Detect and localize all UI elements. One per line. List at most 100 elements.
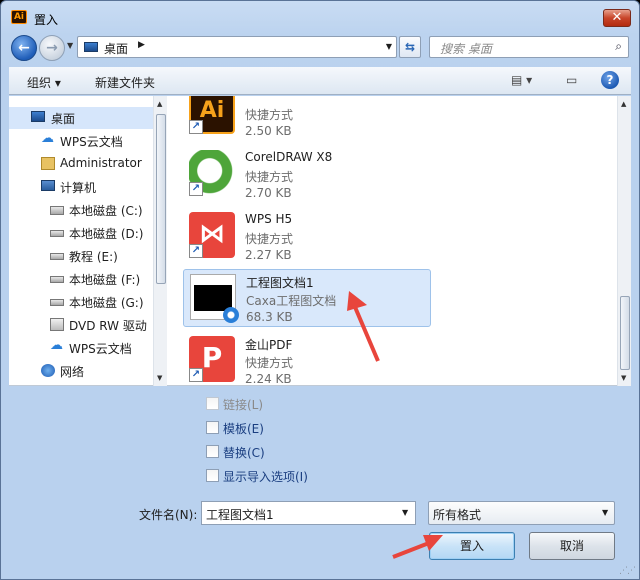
scroll-up-icon[interactable]: ▲ bbox=[621, 100, 626, 108]
resize-grip-icon[interactable]: ⋰⋰ bbox=[619, 566, 636, 576]
sidebar-item-label: 本地磁盘 (F:) bbox=[69, 273, 141, 287]
file-item-coreldraw[interactable]: ↗ CorelDRAW X8 快捷方式 2.70 KB bbox=[183, 146, 431, 204]
shortcut-arrow-icon: ↗ bbox=[189, 182, 203, 196]
help-icon[interactable]: ? bbox=[601, 71, 619, 89]
view-options-icon[interactable]: ▤ ▾ bbox=[511, 73, 532, 87]
sidebar-item-drive-c[interactable]: 本地磁盘 (C:) bbox=[9, 199, 154, 221]
sidebar-item-drive-g[interactable]: 本地磁盘 (G:) bbox=[9, 291, 154, 313]
sidebar-item-drive-f[interactable]: 本地磁盘 (F:) bbox=[9, 268, 154, 290]
file-type: 快捷方式 bbox=[245, 170, 294, 184]
file-list[interactable]: Ai ↗ 快捷方式 2.50 KB ↗ CorelDRAW X8 快捷方式 2.… bbox=[177, 96, 617, 386]
template-label: 模板(E) bbox=[223, 422, 264, 436]
scroll-down-icon[interactable]: ▼ bbox=[157, 374, 162, 382]
show-import-options-checkbox[interactable] bbox=[206, 469, 219, 482]
drive-icon bbox=[50, 276, 64, 283]
sidebar-item-label: 计算机 bbox=[60, 181, 97, 195]
link-checkbox[interactable] bbox=[206, 397, 219, 410]
sidebar-item-computer[interactable]: 计算机 bbox=[9, 176, 154, 198]
sidebar-item-label: DVD RW 驱动 bbox=[69, 319, 147, 333]
sidebar-scrollbar[interactable]: ▲ ▼ bbox=[153, 96, 167, 386]
new-folder-button[interactable]: 新建文件夹 bbox=[95, 74, 155, 91]
sidebar-item-label: 网络 bbox=[60, 365, 85, 379]
network-icon bbox=[41, 364, 55, 377]
sidebar-item-wps-cloud-2[interactable]: ☁ WPS云文档 bbox=[9, 337, 154, 359]
search-icon[interactable]: ⌕ bbox=[615, 39, 622, 54]
file-list-scrollbar[interactable]: ▲ ▼ bbox=[617, 96, 631, 386]
sidebar-item-drive-d[interactable]: 本地磁盘 (D:) bbox=[9, 222, 154, 244]
refresh-button[interactable]: ⇆ bbox=[399, 36, 421, 58]
sidebar-item-label: Administrator bbox=[60, 156, 142, 170]
file-size: 2.24 KB bbox=[245, 372, 292, 386]
file-type: Caxa工程图文档 bbox=[246, 294, 337, 308]
sidebar-item-drive-e[interactable]: 教程 (E:) bbox=[9, 245, 154, 267]
search-placeholder: 搜索 桌面 bbox=[440, 42, 492, 56]
sidebar-item-label: WPS云文档 bbox=[60, 135, 123, 149]
file-name: WPS H5 bbox=[245, 212, 293, 226]
sidebar-item-label: 本地磁盘 (C:) bbox=[69, 204, 143, 218]
file-item-wps-h5[interactable]: ⋈ ↗ WPS H5 快捷方式 2.27 KB bbox=[183, 208, 431, 266]
sidebar-item-label: 本地磁盘 (D:) bbox=[69, 227, 144, 241]
scroll-down-icon[interactable]: ▼ bbox=[621, 374, 626, 382]
place-dialog: Ai 置入 ✕ ← → ▼ 桌面 ▶ ▼ ⇆ 搜索 桌面 ⌕ 组织 ▾ 新建文件… bbox=[0, 0, 640, 580]
format-select[interactable]: 所有格式 bbox=[428, 501, 615, 525]
forward-button[interactable]: → bbox=[39, 35, 65, 61]
command-toolbar: 组织 ▾ 新建文件夹 ▤ ▾ ▭ ? bbox=[9, 67, 631, 95]
drive-icon bbox=[50, 299, 64, 306]
system-drive-icon bbox=[50, 206, 64, 215]
filename-label: 文件名(N): bbox=[139, 508, 198, 522]
search-box[interactable]: 搜索 桌面 ⌕ bbox=[429, 36, 629, 58]
file-type: 快捷方式 bbox=[245, 356, 294, 370]
dvd-icon bbox=[50, 318, 64, 331]
window-title: 置入 bbox=[34, 13, 59, 27]
file-scroll-thumb[interactable] bbox=[620, 296, 630, 370]
breadcrumb-chevron-icon[interactable]: ▶ bbox=[138, 40, 145, 50]
scroll-up-icon[interactable]: ▲ bbox=[157, 100, 162, 108]
file-name: 工程图文档1 bbox=[246, 276, 314, 290]
file-item-kingsoft-pdf[interactable]: P ↗ 金山PDF 快捷方式 2.24 KB bbox=[183, 332, 431, 386]
drive-icon bbox=[50, 230, 64, 237]
sidebar-item-dvd[interactable]: DVD RW 驱动 bbox=[9, 314, 154, 336]
replace-label: 替换(C) bbox=[223, 446, 265, 460]
file-size: 2.50 KB bbox=[245, 124, 292, 138]
user-folder-icon bbox=[41, 157, 55, 170]
shortcut-arrow-icon: ↗ bbox=[189, 120, 203, 134]
navigation-pane[interactable]: 桌面 ☁ WPS云文档 Administrator 计算机 本地磁盘 (C:) … bbox=[9, 96, 169, 386]
shortcut-arrow-icon: ↗ bbox=[189, 244, 203, 258]
address-dropdown-icon[interactable]: ▼ bbox=[386, 42, 392, 51]
desktop-icon bbox=[31, 111, 45, 122]
cancel-button[interactable]: 取消 bbox=[529, 532, 615, 560]
filename-input[interactable]: 工程图文档1 bbox=[201, 501, 416, 525]
place-button[interactable]: 置入 bbox=[429, 532, 515, 560]
history-dropdown-icon[interactable]: ▼ bbox=[67, 41, 73, 50]
filename-dropdown-icon[interactable]: ▼ bbox=[402, 508, 408, 517]
replace-checkbox[interactable] bbox=[206, 445, 219, 458]
file-type: 快捷方式 bbox=[245, 108, 294, 122]
template-checkbox[interactable] bbox=[206, 421, 219, 434]
sidebar-item-administrator[interactable]: Administrator bbox=[9, 153, 154, 175]
sidebar-item-wps-cloud[interactable]: ☁ WPS云文档 bbox=[9, 130, 154, 152]
computer-icon bbox=[41, 180, 55, 191]
preview-pane-icon[interactable]: ▭ bbox=[566, 73, 577, 87]
file-name: 金山PDF bbox=[245, 338, 293, 352]
sidebar-item-label: WPS云文档 bbox=[69, 342, 132, 356]
file-item-caxa-document[interactable]: 工程图文档1 Caxa工程图文档 68.3 KB bbox=[183, 269, 431, 327]
sidebar-item-label: 教程 (E:) bbox=[69, 250, 118, 264]
sidebar-item-network[interactable]: 网络 bbox=[9, 360, 154, 382]
sidebar-scroll-thumb[interactable] bbox=[156, 114, 166, 284]
caxa-badge-icon bbox=[223, 307, 239, 323]
cloud-icon: ☁ bbox=[50, 338, 63, 353]
desktop-location-icon bbox=[84, 42, 98, 52]
sidebar-item-label: 本地磁盘 (G:) bbox=[69, 296, 144, 310]
file-type: 快捷方式 bbox=[245, 232, 294, 246]
format-dropdown-icon[interactable]: ▼ bbox=[602, 508, 608, 517]
link-label: 链接(L) bbox=[223, 398, 264, 412]
file-item-ai[interactable]: Ai ↗ 快捷方式 2.50 KB bbox=[183, 96, 431, 142]
organize-button[interactable]: 组织 ▾ bbox=[27, 74, 61, 91]
caxa-document-icon bbox=[190, 274, 239, 323]
show-import-options-label: 显示导入选项(I) bbox=[223, 470, 308, 484]
address-path[interactable]: 桌面 bbox=[104, 40, 128, 57]
back-button[interactable]: ← bbox=[11, 35, 37, 61]
address-bar[interactable]: 桌面 ▶ ▼ bbox=[77, 36, 397, 58]
sidebar-item-desktop[interactable]: 桌面 bbox=[9, 107, 154, 129]
close-button[interactable]: ✕ bbox=[603, 9, 631, 27]
